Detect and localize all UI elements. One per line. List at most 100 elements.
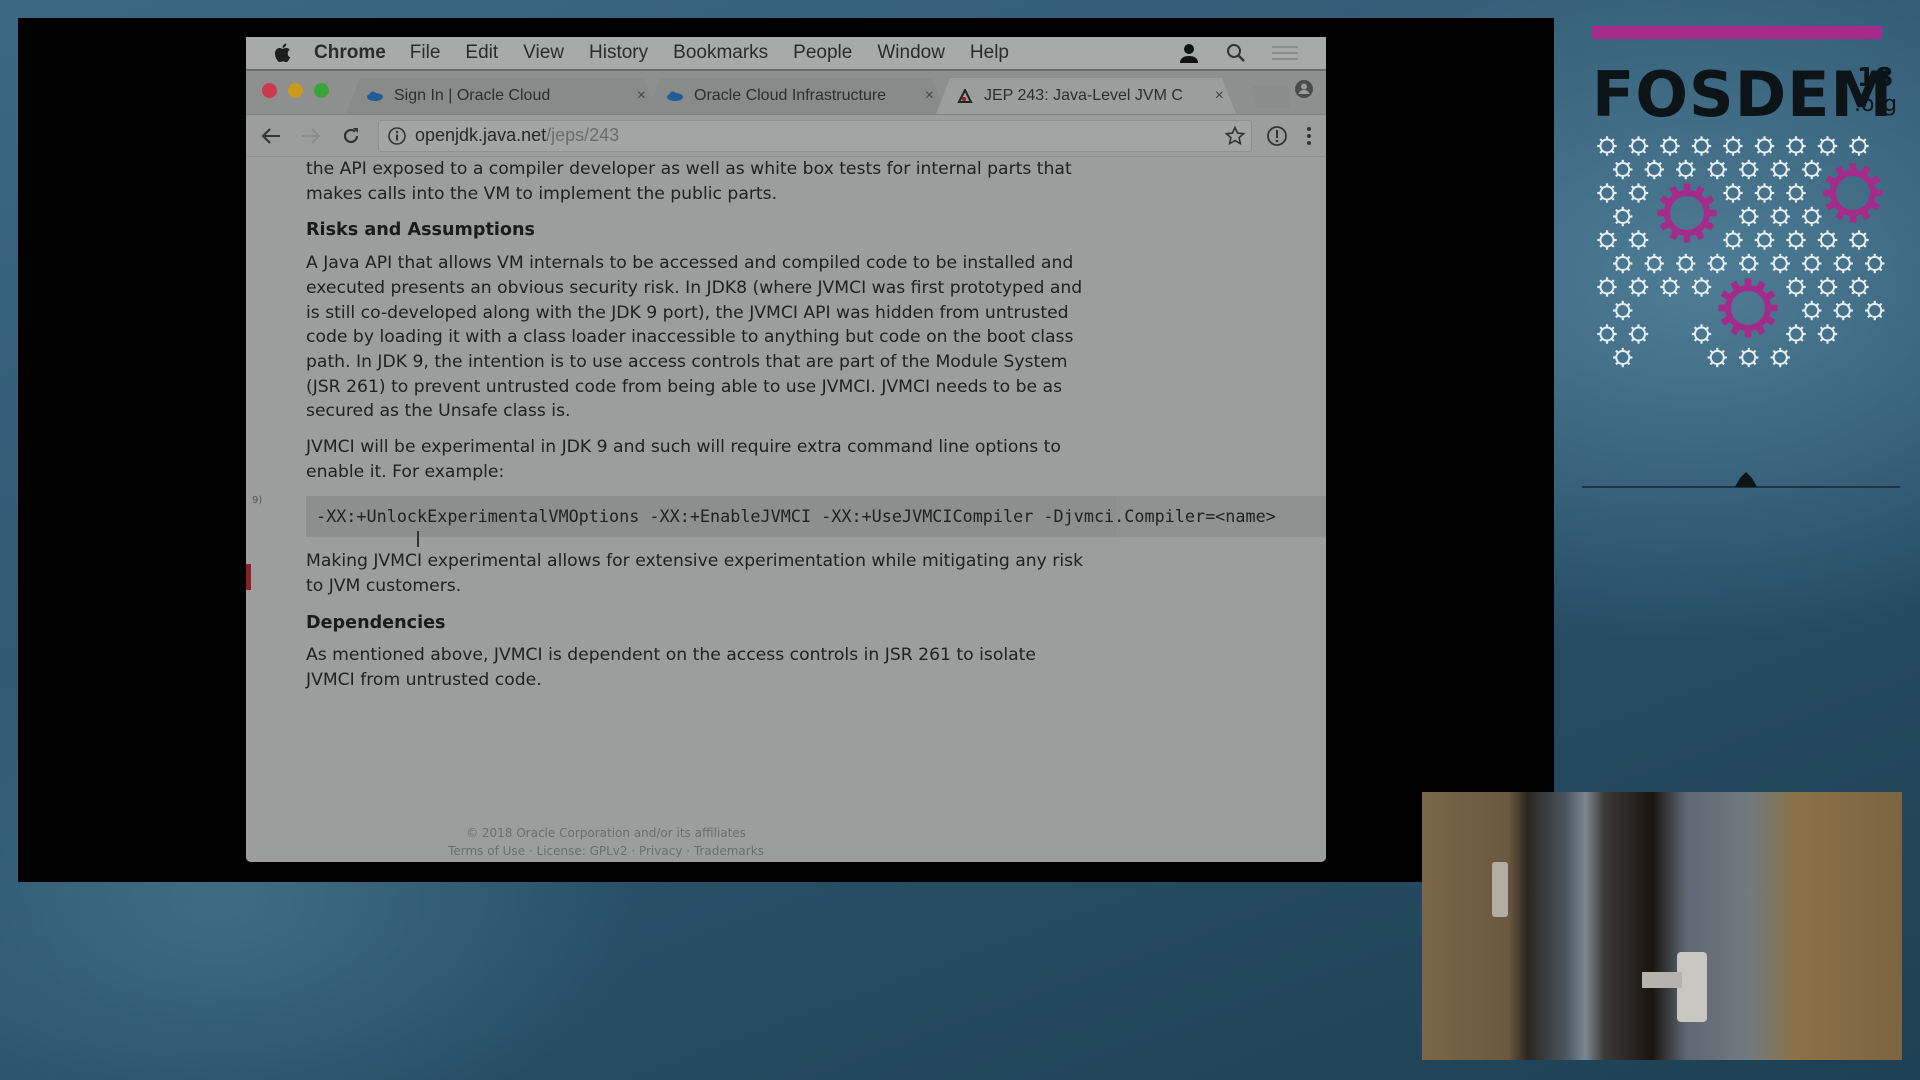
- bookmark-star-icon[interactable]: [1225, 125, 1245, 146]
- forward-button[interactable]: [298, 123, 324, 149]
- mitigation-paragraph: Making JVMCI experimental allows for ext…: [306, 551, 1084, 596]
- text-cursor-icon: [417, 531, 419, 547]
- gear-icon: [1628, 136, 1649, 156]
- gear-icon: [1660, 136, 1680, 156]
- apple-logo-icon[interactable]: [274, 42, 294, 64]
- user-icon[interactable]: [1178, 42, 1200, 64]
- oracle-cloud-icon: [366, 91, 384, 101]
- address-bar[interactable]: openjdk.java.net/jeps/243: [378, 119, 1252, 152]
- chrome-menu-icon[interactable]: [1306, 126, 1312, 146]
- close-window-button[interactable]: [262, 83, 277, 98]
- slide-position-marker: [246, 564, 251, 590]
- dependencies-heading: Dependencies: [306, 612, 446, 633]
- profile-icon[interactable]: [1294, 79, 1314, 99]
- gear-icon: [1770, 347, 1790, 368]
- new-tab-button[interactable]: [1246, 86, 1290, 108]
- close-tab-icon[interactable]: ×: [1215, 87, 1224, 105]
- minimize-window-button[interactable]: [288, 83, 303, 98]
- reload-button[interactable]: [338, 123, 364, 149]
- experimental-paragraph: JVMCI will be experimental in JDK 9 and …: [306, 437, 1061, 482]
- gear-icon: [1707, 253, 1727, 274]
- gear-icon: [1817, 277, 1838, 297]
- window-handle-graphic: [1492, 862, 1508, 917]
- footer-links[interactable]: Terms of Use · License: GPLv2 · Privacy …: [446, 842, 766, 860]
- zoom-window-button[interactable]: [314, 83, 329, 98]
- gear-icon: [1817, 230, 1838, 250]
- tab-title: Oracle Cloud Infrastructure: [694, 87, 887, 104]
- menu-people[interactable]: People: [793, 42, 852, 64]
- oracle-cloud-icon: [666, 91, 684, 101]
- forward-arrow-icon: [302, 127, 321, 144]
- gear-icon: [1823, 163, 1883, 223]
- gear-icon: [1628, 324, 1649, 344]
- menu-edit[interactable]: Edit: [465, 42, 498, 64]
- intro-paragraph: the API exposed to a compiler developer …: [306, 159, 1072, 204]
- command-line-options: -XX:+UnlockExperimentalVMOptions -XX:+En…: [316, 506, 1276, 527]
- fosdem-gears-graphic: [1582, 136, 1900, 488]
- gear-icon: [1613, 300, 1633, 321]
- gear-icon: [1754, 230, 1775, 250]
- gear-icon: [1833, 253, 1853, 274]
- launch-base-graphic: [1735, 472, 1757, 487]
- back-arrow-icon: [261, 127, 280, 144]
- gear-icon: [1786, 136, 1806, 156]
- footer-copyright: © 2018 Oracle Corporation and/or its aff…: [466, 826, 746, 840]
- gear-icon: [1833, 300, 1853, 321]
- gear-icon: [1770, 206, 1790, 227]
- gear-icon: [1613, 206, 1633, 227]
- tab-title: JEP 243: Java-Level JVM C: [984, 87, 1183, 104]
- tab-sign-in-oracle-cloud[interactable]: Sign In | Oracle Cloud ×: [346, 78, 658, 114]
- browser-toolbar: openjdk.java.net/jeps/243: [246, 115, 1326, 157]
- gear-icon: [1849, 230, 1869, 250]
- fosdem-branding: FOSDEM 18 .org: [1570, 20, 1910, 490]
- notification-list-icon[interactable]: [1272, 44, 1298, 62]
- risks-paragraph: A Java API that allows VM internals to b…: [306, 253, 1083, 422]
- gear-icon: [1754, 136, 1775, 156]
- gear-icon: [1597, 230, 1617, 250]
- gear-icon: [1691, 136, 1712, 156]
- window-handle-graphic: [1642, 972, 1682, 988]
- spotlight-search-icon[interactable]: [1226, 43, 1246, 63]
- code-example: -XX:+UnlockExperimentalVMOptions -XX:+En…: [306, 496, 1326, 538]
- gear-icon: [1739, 206, 1759, 227]
- gear-icon: [1723, 136, 1743, 156]
- site-info-icon[interactable]: [387, 126, 407, 146]
- menu-help[interactable]: Help: [970, 42, 1009, 64]
- menu-window[interactable]: Window: [877, 42, 945, 64]
- menu-history[interactable]: History: [589, 42, 648, 64]
- gear-icon: [1597, 277, 1617, 297]
- back-button[interactable]: [258, 123, 284, 149]
- gear-icon: [1786, 277, 1806, 297]
- camera-video-inset: [1422, 792, 1902, 1060]
- close-tab-icon[interactable]: ×: [637, 87, 646, 105]
- gear-icon: [1723, 230, 1743, 250]
- page-footer: © 2018 Oracle Corporation and/or its aff…: [446, 824, 766, 860]
- tab-bar: Sign In | Oracle Cloud × Oracle Cloud In…: [246, 71, 1326, 115]
- menu-chrome[interactable]: Chrome: [314, 42, 386, 64]
- gear-icon: [1676, 253, 1696, 274]
- gear-icon: [1613, 347, 1633, 368]
- gear-icon: [1802, 159, 1822, 180]
- menu-view[interactable]: View: [523, 42, 564, 64]
- tab-title: Sign In | Oracle Cloud: [394, 87, 551, 104]
- tab-jep-243[interactable]: JEP 243: Java-Level JVM C ×: [936, 78, 1236, 114]
- menu-bookmarks[interactable]: Bookmarks: [673, 42, 768, 64]
- gear-icon: [1739, 159, 1759, 180]
- gear-icon: [1691, 324, 1712, 344]
- openjdk-duke-icon: [956, 89, 974, 103]
- gear-icon: [1786, 183, 1806, 203]
- extension-icon[interactable]: [1266, 125, 1288, 147]
- close-tab-icon[interactable]: ×: [925, 87, 934, 105]
- url-path: /jeps/243: [546, 125, 620, 145]
- gear-icon: [1865, 253, 1885, 274]
- gutter-label: 9): [252, 495, 263, 506]
- gear-icon: [1613, 159, 1633, 180]
- gear-icon: [1644, 159, 1664, 180]
- dependencies-paragraph: As mentioned above, JVMCI is dependent o…: [306, 645, 1036, 690]
- gear-icon: [1628, 183, 1649, 203]
- url-host: openjdk.java.net: [415, 125, 547, 145]
- gear-icon: [1644, 253, 1664, 274]
- menu-file[interactable]: File: [410, 42, 441, 64]
- tab-oracle-cloud-infrastructure[interactable]: Oracle Cloud Infrastructure ×: [646, 78, 946, 114]
- gear-icon: [1849, 136, 1869, 156]
